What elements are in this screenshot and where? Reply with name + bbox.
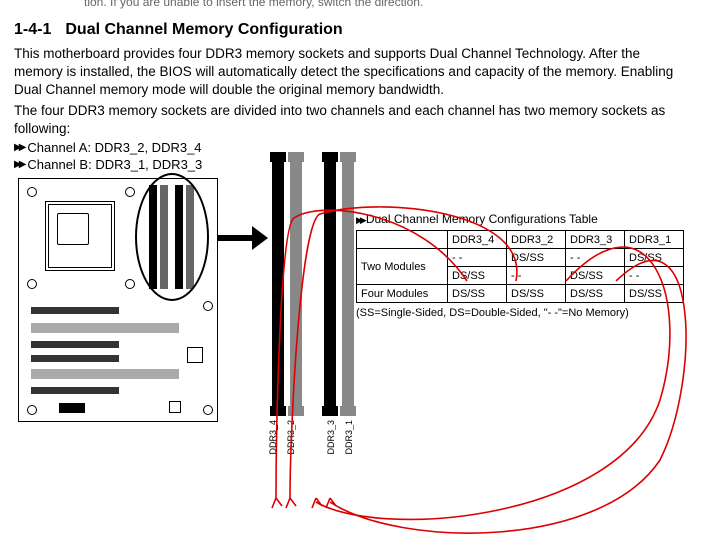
channel-a-text: Channel A: DDR3_2, DDR3_4 bbox=[27, 140, 201, 155]
table-cell: DS/SS bbox=[625, 285, 684, 303]
slot-labels: DDR3_4 DDR3_2 DDR3_3 DDR3_1 bbox=[268, 420, 356, 455]
section-number: 1-4-1 bbox=[14, 21, 51, 38]
table-header-cell: DDR3_3 bbox=[566, 231, 625, 249]
section-heading: 1-4-1 Dual Channel Memory Configuration bbox=[14, 21, 688, 39]
table-header-row: DDR3_4 DDR3_2 DDR3_3 DDR3_1 bbox=[357, 231, 684, 249]
slot-label: DDR3_4 bbox=[268, 420, 280, 455]
dimm-modules-large bbox=[272, 154, 354, 414]
table-cell: - - bbox=[625, 267, 684, 285]
table-cell: DS/SS bbox=[448, 267, 507, 285]
table-cell: - - bbox=[448, 249, 507, 267]
table-cell: DS/SS bbox=[625, 249, 684, 267]
intro-paragraph-2: The four DDR3 memory sockets are divided… bbox=[14, 102, 688, 138]
table-header-cell: DDR3_1 bbox=[625, 231, 684, 249]
table-header-cell bbox=[357, 231, 448, 249]
table-cell: DS/SS bbox=[566, 267, 625, 285]
channel-b-text: Channel B: DDR3_1, DDR3_3 bbox=[27, 157, 202, 172]
table-cell: DS/SS bbox=[566, 285, 625, 303]
cpu-socket-icon bbox=[45, 201, 115, 271]
cropped-prev-line: tion. If you are unable to insert the me… bbox=[84, 0, 688, 9]
table-cell: DS/SS bbox=[507, 285, 566, 303]
table-cell: DS/SS bbox=[448, 285, 507, 303]
slot-label: DDR3_1 bbox=[344, 420, 356, 455]
bullet-icon: ▶▶ bbox=[14, 159, 23, 170]
bullet-icon: ▶▶ bbox=[14, 142, 23, 153]
table-header-cell: DDR3_4 bbox=[448, 231, 507, 249]
table-legend: (SS=Single-Sided, DS=Double-Sided, "- -"… bbox=[356, 307, 684, 319]
slot-label: DDR3_2 bbox=[286, 420, 298, 455]
config-table: DDR3_4 DDR3_2 DDR3_3 DDR3_1 Two Modules … bbox=[356, 230, 684, 303]
config-table-title: ▶▶Dual Channel Memory Configurations Tab… bbox=[356, 212, 684, 226]
config-table-block: ▶▶Dual Channel Memory Configurations Tab… bbox=[356, 212, 684, 319]
table-cell: DS/SS bbox=[507, 249, 566, 267]
motherboard-diagram bbox=[18, 178, 218, 422]
table-cell: - - bbox=[566, 249, 625, 267]
table-cell: - - bbox=[507, 267, 566, 285]
highlight-oval-icon bbox=[135, 173, 209, 301]
intro-paragraph-1: This motherboard provides four DDR3 memo… bbox=[14, 45, 688, 100]
table-row-label: Two Modules bbox=[357, 249, 448, 285]
slot-label: DDR3_3 bbox=[326, 420, 338, 455]
table-row-label: Four Modules bbox=[357, 285, 448, 303]
arrow-right-icon bbox=[218, 228, 268, 248]
diagram-area: DDR3_4 DDR3_2 DDR3_3 DDR3_1 ▶▶Dual Chann… bbox=[14, 178, 688, 518]
section-title: Dual Channel Memory Configuration bbox=[65, 21, 342, 38]
table-row: Four Modules DS/SS DS/SS DS/SS DS/SS bbox=[357, 285, 684, 303]
table-header-cell: DDR3_2 bbox=[507, 231, 566, 249]
table-row: Two Modules - - DS/SS - - DS/SS bbox=[357, 249, 684, 267]
